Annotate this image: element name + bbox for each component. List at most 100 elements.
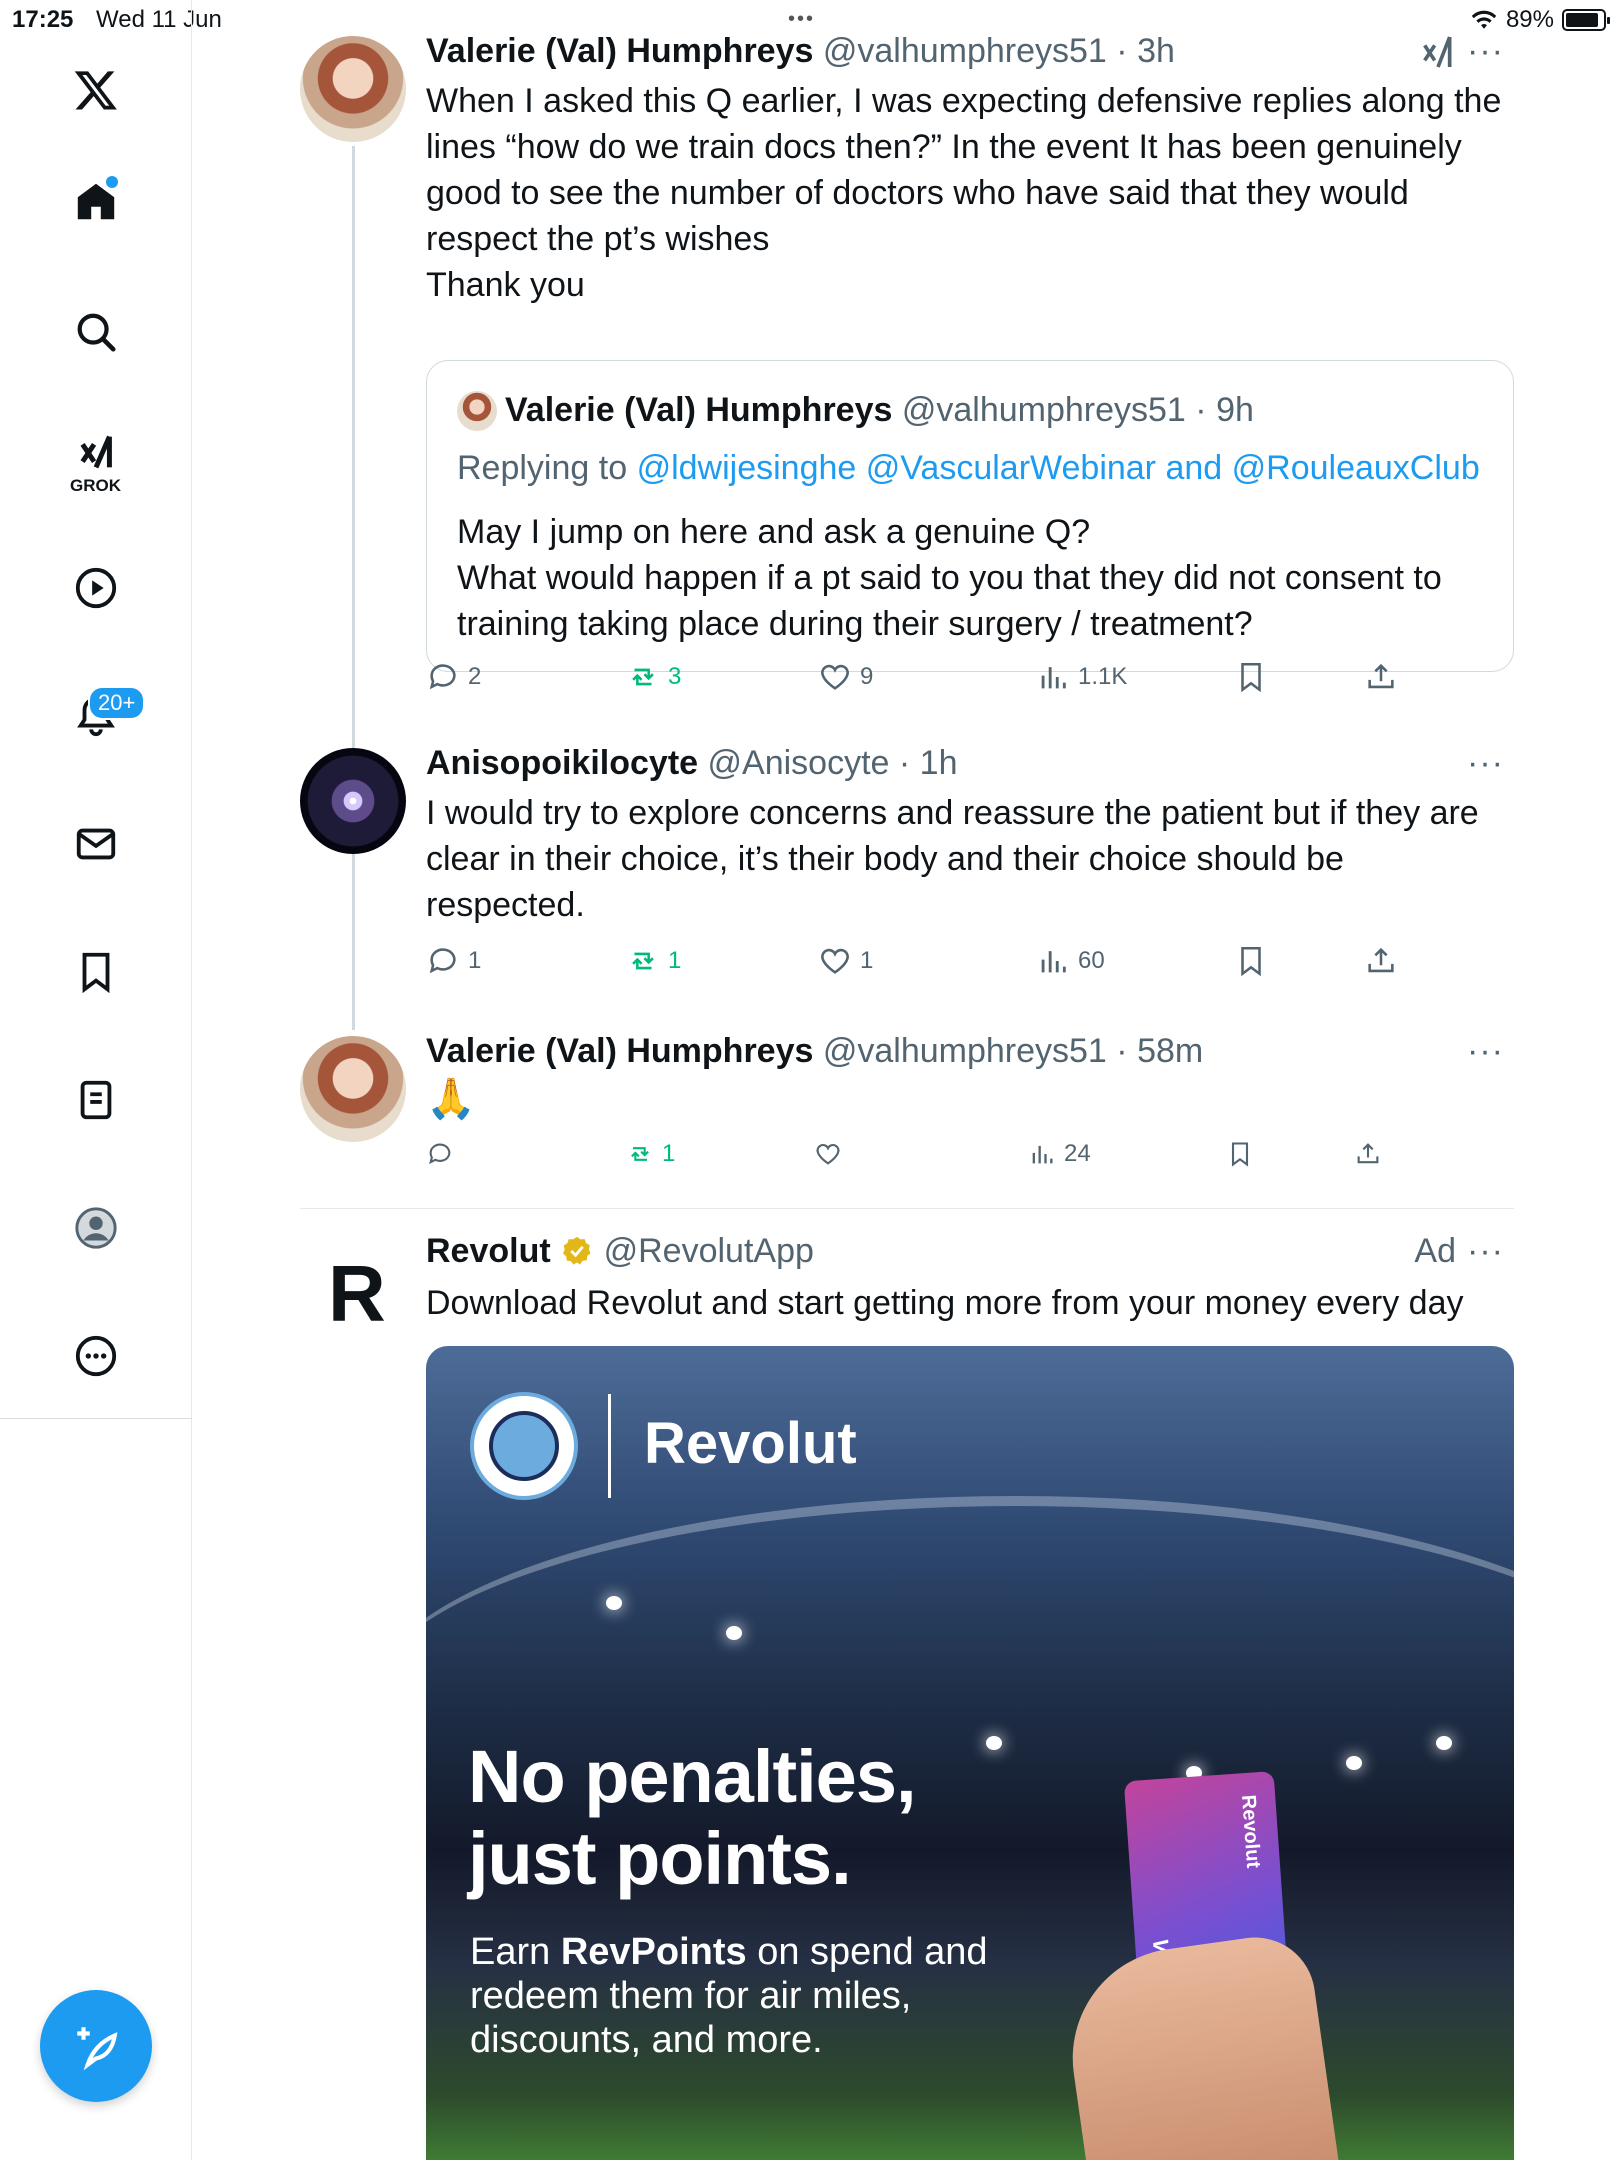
sidebar-divider [0,1418,192,1419]
author-name[interactable]: Revolut [426,1232,551,1270]
views-button[interactable]: 24 [1028,1140,1091,1168]
video-play-icon[interactable] [62,554,130,622]
revolut-logo[interactable]: R [328,1254,386,1334]
post-time[interactable]: 1h [920,744,958,782]
more-options-icon[interactable]: ··· [1467,32,1504,71]
bookmark-icon[interactable] [62,938,130,1006]
author-name[interactable]: Anisopoikilocyte [426,744,698,782]
feather-plus-icon [77,2027,118,2071]
profile-avatar-icon[interactable] [62,1194,130,1262]
reply-count: 2 [468,663,482,690]
quote-text: May I jump on here and ask a genuine Q? … [457,513,1442,643]
club-crest-icon [470,1392,578,1500]
home-icon[interactable] [62,168,130,236]
compose-post-button[interactable] [40,1990,152,2102]
bookmark-icon [1241,946,1261,977]
more-options-icon[interactable]: ··· [1467,744,1504,783]
like-count: 1 [860,947,874,974]
ad-subline-pre: Earn [470,1931,561,1973]
repost-count: 3 [668,663,682,690]
repost-count: 1 [668,947,682,974]
sidebar: GROK 20+ [0,0,192,2160]
author-handle[interactable]: @valhumphreys51 [823,1032,1107,1070]
more-options-icon[interactable]: ··· [1467,1032,1504,1071]
repost-button[interactable]: 1 [626,944,681,978]
thread-connector [352,146,355,1030]
post-text: Download Revolut and start getting more … [426,1280,1506,1326]
mail-icon[interactable] [62,810,130,878]
quoted-post[interactable]: Valerie (Val) Humphreys @valhumphreys51 … [426,360,1514,672]
author-name[interactable]: Valerie (Val) Humphreys [426,32,813,70]
more-circle-icon[interactable] [62,1322,130,1390]
brand-divider [608,1394,611,1498]
ad-subline-bold: RevPoints [560,1931,747,1973]
like-button[interactable]: 9 [818,660,873,694]
multitask-dots-icon[interactable]: ••• [788,8,815,31]
lists-icon[interactable] [62,1066,130,1134]
share-button[interactable] [1354,1140,1382,1168]
post-time[interactable]: 58m [1137,1032,1203,1070]
repost-icon [631,1147,649,1161]
reply-button[interactable]: 1 [426,944,481,978]
post-header: Revolut @RevolutApp [426,1232,814,1271]
ad-image[interactable]: Revolut No penalties, just points. Earn … [426,1346,1514,2160]
repost-icon [632,668,654,686]
author-name[interactable]: Valerie (Val) Humphreys [426,1032,813,1070]
search-icon[interactable] [62,298,130,366]
share-icon [1368,947,1394,973]
replying-to-links[interactable]: @ldwijesinghe @VascularWebinar and @Roul… [637,449,1480,487]
post-actions: 1 1 1 60 [426,944,1426,984]
author-avatar[interactable] [300,748,406,854]
post-text: I would try to explore concerns and reas… [426,790,1506,928]
author-avatar[interactable] [300,36,406,142]
hand-holding-card [1058,1929,1340,2160]
quote-author-name: Valerie (Val) Humphreys [505,391,893,429]
like-button[interactable] [814,1140,842,1168]
share-button[interactable] [1364,944,1398,978]
view-count: 1.1K [1078,663,1128,690]
post-body: 🙏 [426,1077,476,1121]
bookmark-button[interactable] [1226,1140,1254,1168]
status-indicators: 89% [1470,6,1610,34]
ad-headline: No penalties, just points. [468,1735,917,1900]
repost-count: 1 [662,1140,676,1167]
reply-button[interactable]: 2 [426,660,481,694]
battery-percent: 89% [1505,6,1554,33]
repost-button[interactable]: 1 [626,1140,675,1168]
bookmark-icon [1231,1142,1249,1167]
view-count: 24 [1064,1140,1091,1167]
post-header: Valerie (Val) Humphreys @valhumphreys51 … [426,32,1175,70]
repost-button[interactable]: 3 [626,660,681,694]
reply-icon [429,948,456,974]
author-handle[interactable]: @Anisocyte [708,744,890,782]
share-icon [1368,663,1394,689]
quote-header: Valerie (Val) Humphreys @valhumphreys51 … [505,391,1254,429]
views-button[interactable]: 1.1K [1036,660,1127,694]
reply-count: 1 [468,947,482,974]
quote-time: 9h [1216,391,1254,429]
like-button[interactable]: 1 [818,944,873,978]
post-actions: 2 3 9 1.1K [426,660,1426,700]
heart-icon [821,664,849,690]
reply-icon [429,664,456,690]
bookmark-button[interactable] [1234,660,1268,694]
more-options-icon[interactable]: ··· [1467,1232,1504,1271]
ad-label: Ad [1414,1232,1456,1270]
author-handle[interactable]: @valhumphreys51 [823,32,1107,70]
views-button[interactable]: 60 [1036,944,1105,978]
grok-explain-icon[interactable] [1418,32,1458,72]
share-button[interactable] [1364,660,1398,694]
grok-label: GROK [70,476,121,495]
bookmark-button[interactable] [1234,944,1268,978]
x-logo-icon[interactable] [62,56,130,124]
post-time[interactable]: 3h [1137,32,1175,70]
heart-icon [821,948,849,974]
repost-icon [632,952,654,970]
reply-button[interactable] [426,1140,454,1168]
wifi-icon [1471,10,1497,29]
views-chart-icon [1041,951,1066,973]
reply-icon [429,1143,451,1165]
author-avatar[interactable] [300,1036,406,1142]
card-brand: Revolut [1237,1794,1265,1869]
author-handle[interactable]: @RevolutApp [604,1232,814,1270]
